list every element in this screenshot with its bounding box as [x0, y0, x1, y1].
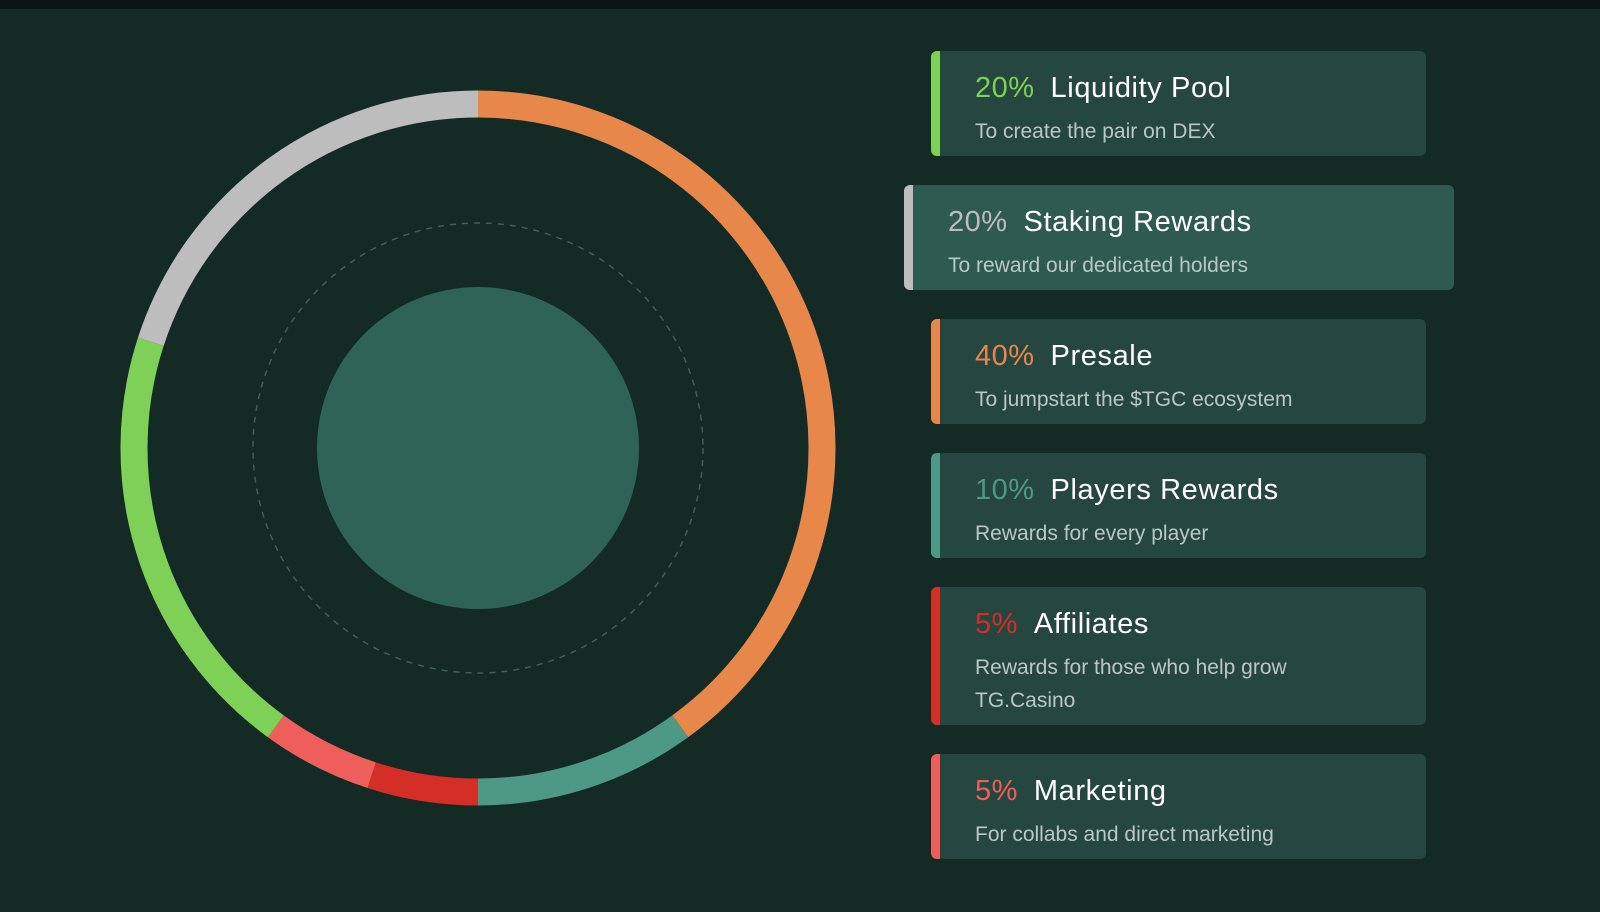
- legend-card-presale[interactable]: 40% Presale To jumpstart the $TGC ecosyste…: [931, 319, 1426, 424]
- legend-percent: 5%: [975, 775, 1018, 807]
- legend-name: Staking Rewards: [1023, 206, 1252, 238]
- legend-card-staking-rewards[interactable]: 20% Staking Rewards To reward our dedicate…: [904, 185, 1454, 290]
- legend-list: 20% Liquidity Pool To create the pair on D…: [0, 0, 1600, 912]
- legend-name: Affiliates: [1033, 608, 1149, 640]
- legend-title-row: 5% Marketing: [975, 774, 1167, 808]
- legend-card-liquidity-pool[interactable]: 20% Liquidity Pool To create the pair on D…: [931, 51, 1426, 156]
- legend-color-stripe: [931, 754, 940, 859]
- legend-color-stripe: [931, 319, 940, 424]
- legend-name: Presale: [1050, 340, 1154, 372]
- legend-description: For collabs and direct marketing: [975, 823, 1274, 846]
- legend-color-stripe: [931, 453, 940, 558]
- legend-percent: 20%: [975, 72, 1035, 104]
- legend-title-row: 20% Staking Rewards: [948, 205, 1252, 239]
- legend-description: Rewards for every player: [975, 522, 1209, 545]
- legend-card-marketing[interactable]: 5% Marketing For collabs and direct market…: [931, 754, 1426, 859]
- legend-description: To reward our dedicated holders: [948, 254, 1249, 277]
- legend-percent: 10%: [975, 474, 1035, 506]
- legend-title-row: 40% Presale: [975, 339, 1153, 373]
- legend-color-stripe: [931, 51, 940, 156]
- legend-description: Rewards for those who help grow TG.Casin…: [975, 656, 1287, 712]
- legend-card-players-rewards[interactable]: 10% Players Rewards Rewards for every play…: [931, 453, 1426, 558]
- legend-name: Marketing: [1033, 775, 1167, 807]
- legend-name: Players Rewards: [1050, 474, 1279, 506]
- legend-color-stripe: [904, 185, 913, 290]
- legend-name: Liquidity Pool: [1050, 72, 1232, 104]
- legend-title-row: 20% Liquidity Pool: [975, 71, 1231, 105]
- legend-description: To create the pair on DEX: [975, 120, 1216, 143]
- legend-description: To jumpstart the $TGC ecosystem: [975, 388, 1293, 411]
- legend-card-affiliates[interactable]: 5% Affiliates Rewards for those who help g…: [931, 587, 1426, 725]
- legend-percent: 40%: [975, 340, 1035, 372]
- legend-percent: 5%: [975, 608, 1018, 640]
- legend-percent: 20%: [948, 206, 1008, 238]
- legend-color-stripe: [931, 587, 940, 725]
- legend-title-row: 10% Players Rewards: [975, 473, 1279, 507]
- legend-title-row: 5% Affiliates: [975, 607, 1149, 641]
